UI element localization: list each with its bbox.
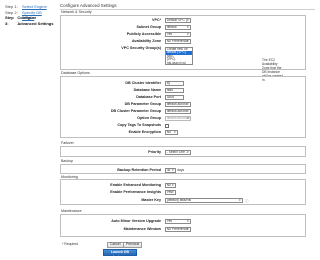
database-port-label: Database Port <box>136 95 162 99</box>
required-note: * Required <box>62 242 79 246</box>
database-name-input[interactable]: rsas <box>164 88 184 93</box>
auto-minor-upgrade-label: Auto Minor Version Upgrade <box>111 218 162 223</box>
page-title: Configure Advanced Settings <box>60 3 117 8</box>
subnet-group-select[interactable]: default <box>164 25 191 30</box>
row-cluster-id: DB Cluster Identifier xy <box>61 80 305 87</box>
auto-minor-upgrade-select[interactable]: Yes <box>164 218 191 224</box>
performance-insights-label: Enable Performance Insights <box>110 190 162 194</box>
copy-tags-label: Copy Tags To Snapshots <box>117 123 162 127</box>
security-groups-label: VPC Security Group(s) <box>121 46 162 50</box>
publicly-accessible-label: Publicly Accessible <box>126 32 162 36</box>
enhanced-monitoring-label: Enable Enhanced Monitoring <box>110 182 162 187</box>
section-failover: Priority - Select One - <box>60 146 306 157</box>
cluster-identifier-label: DB Cluster Identifier <box>125 81 162 85</box>
encryption-select[interactable]: No <box>164 130 178 135</box>
row-param-group: DB Parameter Group default.aurora <box>61 101 305 108</box>
vpc-label: VPC* <box>152 18 162 22</box>
availability-zone-label: Availability Zone <box>131 39 162 43</box>
row-maintenance-window: Maintenance Window No Preference <box>61 226 305 233</box>
retention-period-select[interactable]: 35 <box>164 167 176 173</box>
row-master-key: Master Key (default) aws/rds ⓘ <box>61 197 305 204</box>
enhanced-monitoring-select[interactable]: No <box>164 182 176 188</box>
row-enhanced-monitoring: Enable Enhanced Monitoring No <box>61 182 305 189</box>
section-title-maintenance: Maintenance <box>61 209 82 213</box>
retention-period-label: Backup Retention Period <box>117 167 162 172</box>
section-title-failover: Failover <box>61 141 74 145</box>
retention-unit: days <box>177 167 185 172</box>
security-groups-listbox[interactable]: Create new Se default (VPC) (vpc- (VPC) … <box>164 47 193 65</box>
section-title-backup: Backup <box>61 159 73 163</box>
encryption-label: Enable Encryption <box>128 130 162 134</box>
sg-option[interactable]: rds-launch-wi <box>166 61 192 64</box>
copy-tags-checkbox[interactable] <box>164 123 169 128</box>
maintenance-window-select[interactable]: No Preference <box>164 226 191 232</box>
database-name-label: Database Name <box>133 88 162 92</box>
priority-select[interactable]: - Select One - <box>164 150 191 155</box>
row-public: Publicly Accessible Yes <box>61 31 305 38</box>
section-backup: Backup Retention Period 35 days <box>60 164 306 174</box>
section-monitoring: Enable Enhanced Monitoring No Enable Per… <box>60 179 306 205</box>
db-parameter-group-label: DB Parameter Group <box>124 102 162 106</box>
wizard-steps: Step 1: Select Engine Step 2: Specify DB… <box>5 4 55 26</box>
section-title-monitoring: Monitoring <box>61 174 78 179</box>
info-icon[interactable]: ⓘ <box>245 198 248 203</box>
database-port-input[interactable]: 3306 <box>164 95 184 100</box>
subnet-group-label: Subnet Group <box>136 25 162 29</box>
row-port: Database Port 3306 <box>61 94 305 101</box>
row-copy-tags: Copy Tags To Snapshots <box>61 122 305 129</box>
row-performance-insights: Enable Performance Insights Yes <box>61 189 305 196</box>
option-group-select[interactable]: default:aurora-5 <box>164 116 191 121</box>
section-title-network: Network & Security <box>61 10 92 14</box>
section-title-database: Database Options <box>61 71 90 75</box>
row-subnet: Subnet Group default <box>61 24 305 31</box>
row-cluster-param: DB Cluster Parameter Group default.auror… <box>61 108 305 115</box>
step-3: Step 3: Configure Advanced Settings <box>5 15 55 26</box>
db-parameter-group-select[interactable]: default.aurora <box>164 102 191 107</box>
cluster-parameter-group-select[interactable]: default.aurora <box>164 109 191 114</box>
row-option-group: Option Group default:aurora-5 <box>61 115 305 122</box>
availability-zone-select[interactable]: No Preference <box>164 39 191 44</box>
performance-insights-select[interactable]: Yes <box>164 190 176 195</box>
priority-label: Priority <box>148 150 162 154</box>
launch-db-instance-button[interactable]: Launch DB Instance <box>103 249 137 259</box>
publicly-accessible-select[interactable]: Yes <box>164 32 191 37</box>
step-number: Step 3: <box>5 15 14 26</box>
master-key-label: Master Key <box>141 197 162 202</box>
vpc-select[interactable]: Default VPC ( <box>164 18 191 23</box>
row-az: Availability Zone No Preference <box>61 38 305 45</box>
row-encryption: Enable Encryption No <box>61 129 305 136</box>
row-db-name: Database Name rsas <box>61 87 305 94</box>
cluster-parameter-group-label: DB Cluster Parameter Group <box>110 109 162 113</box>
row-vpc: VPC* Default VPC ( <box>61 17 305 24</box>
section-maintenance: Auto Minor Version Upgrade Yes Maintenan… <box>60 214 306 237</box>
option-group-label: Option Group <box>137 116 162 120</box>
section-database-options: DB Cluster Identifier xy Database Name r… <box>60 76 306 138</box>
title-divider <box>60 9 315 10</box>
row-auto-minor: Auto Minor Version Upgrade Yes <box>61 218 305 225</box>
row-priority: Priority - Select One - <box>61 149 305 156</box>
cancel-button[interactable]: Cancel <box>107 242 124 248</box>
master-key-select[interactable]: (default) aws/rds <box>164 197 243 203</box>
previous-button[interactable]: Previous <box>123 242 143 248</box>
step-label-current: Configure Advanced Settings <box>17 15 54 26</box>
cluster-identifier-input[interactable]: xy <box>164 81 184 86</box>
row-retention: Backup Retention Period 35 days <box>61 167 305 174</box>
maintenance-window-label: Maintenance Window <box>123 226 162 231</box>
